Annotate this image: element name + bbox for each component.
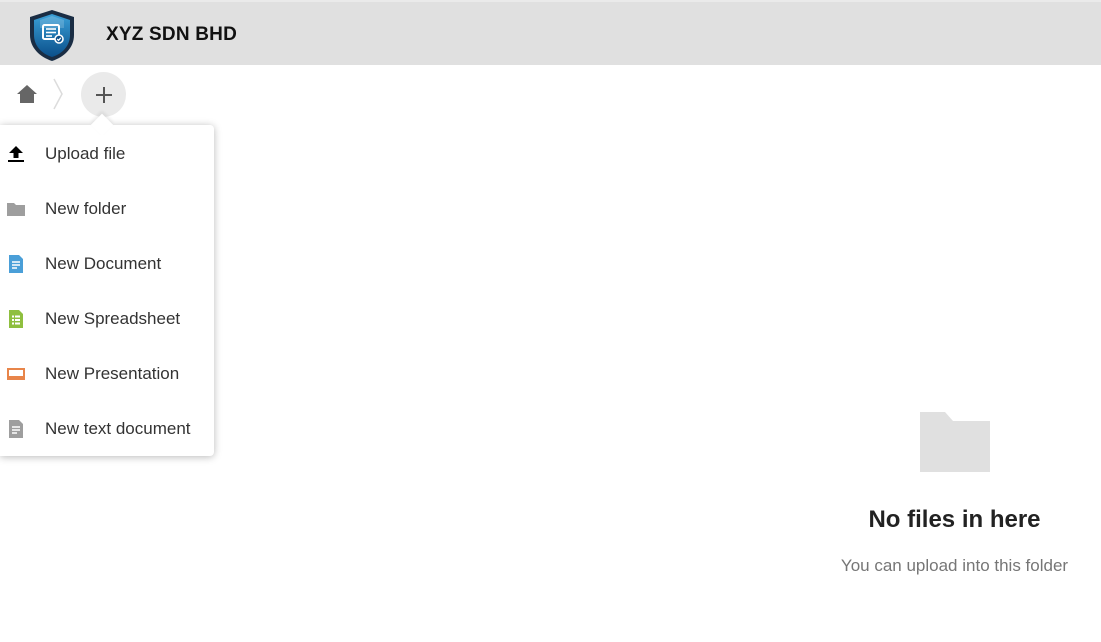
shield-logo-icon[interactable]: [26, 8, 78, 62]
menu-item-label: New Presentation: [45, 363, 180, 383]
menu-item-new-presentation[interactable]: New Presentation: [0, 346, 214, 401]
menu-item-label: New text document: [45, 418, 191, 438]
empty-state-title: No files in here: [868, 506, 1041, 533]
presentation-icon: [6, 364, 26, 384]
document-icon: [6, 254, 26, 274]
new-item-menu: Upload file New folder New Document New …: [0, 113, 214, 456]
menu-item-label: New folder: [45, 198, 127, 218]
menu-item-label: New Document: [45, 253, 162, 273]
spreadsheet-icon: [6, 309, 26, 329]
empty-state-subtitle: You can upload into this folder: [840, 556, 1069, 575]
plus-icon: [95, 86, 112, 103]
menu-item-label: Upload file: [45, 143, 126, 163]
folder-icon: [6, 199, 26, 219]
text-document-icon: [6, 419, 26, 439]
app-title: XYZ SDN BHD: [106, 24, 237, 45]
breadcrumb: [0, 65, 1101, 123]
menu-item-new-spreadsheet[interactable]: New Spreadsheet: [0, 291, 214, 346]
menu-item-new-document[interactable]: New Document: [0, 236, 214, 291]
app-header: XYZ SDN BHD: [0, 0, 1101, 65]
menu-item-new-text-document[interactable]: New text document: [0, 401, 214, 456]
breadcrumb-separator-icon: [53, 78, 63, 110]
upload-icon: [6, 144, 26, 164]
menu-item-new-folder[interactable]: New folder: [0, 181, 214, 236]
home-button[interactable]: [12, 79, 42, 109]
menu-item-upload-file[interactable]: Upload file: [0, 126, 214, 181]
new-item-button[interactable]: [81, 72, 126, 117]
folder-icon: [920, 412, 990, 472]
empty-state: No files in here You can upload into thi…: [808, 405, 1101, 585]
home-icon: [17, 85, 37, 103]
menu-item-label: New Spreadsheet: [45, 308, 181, 328]
